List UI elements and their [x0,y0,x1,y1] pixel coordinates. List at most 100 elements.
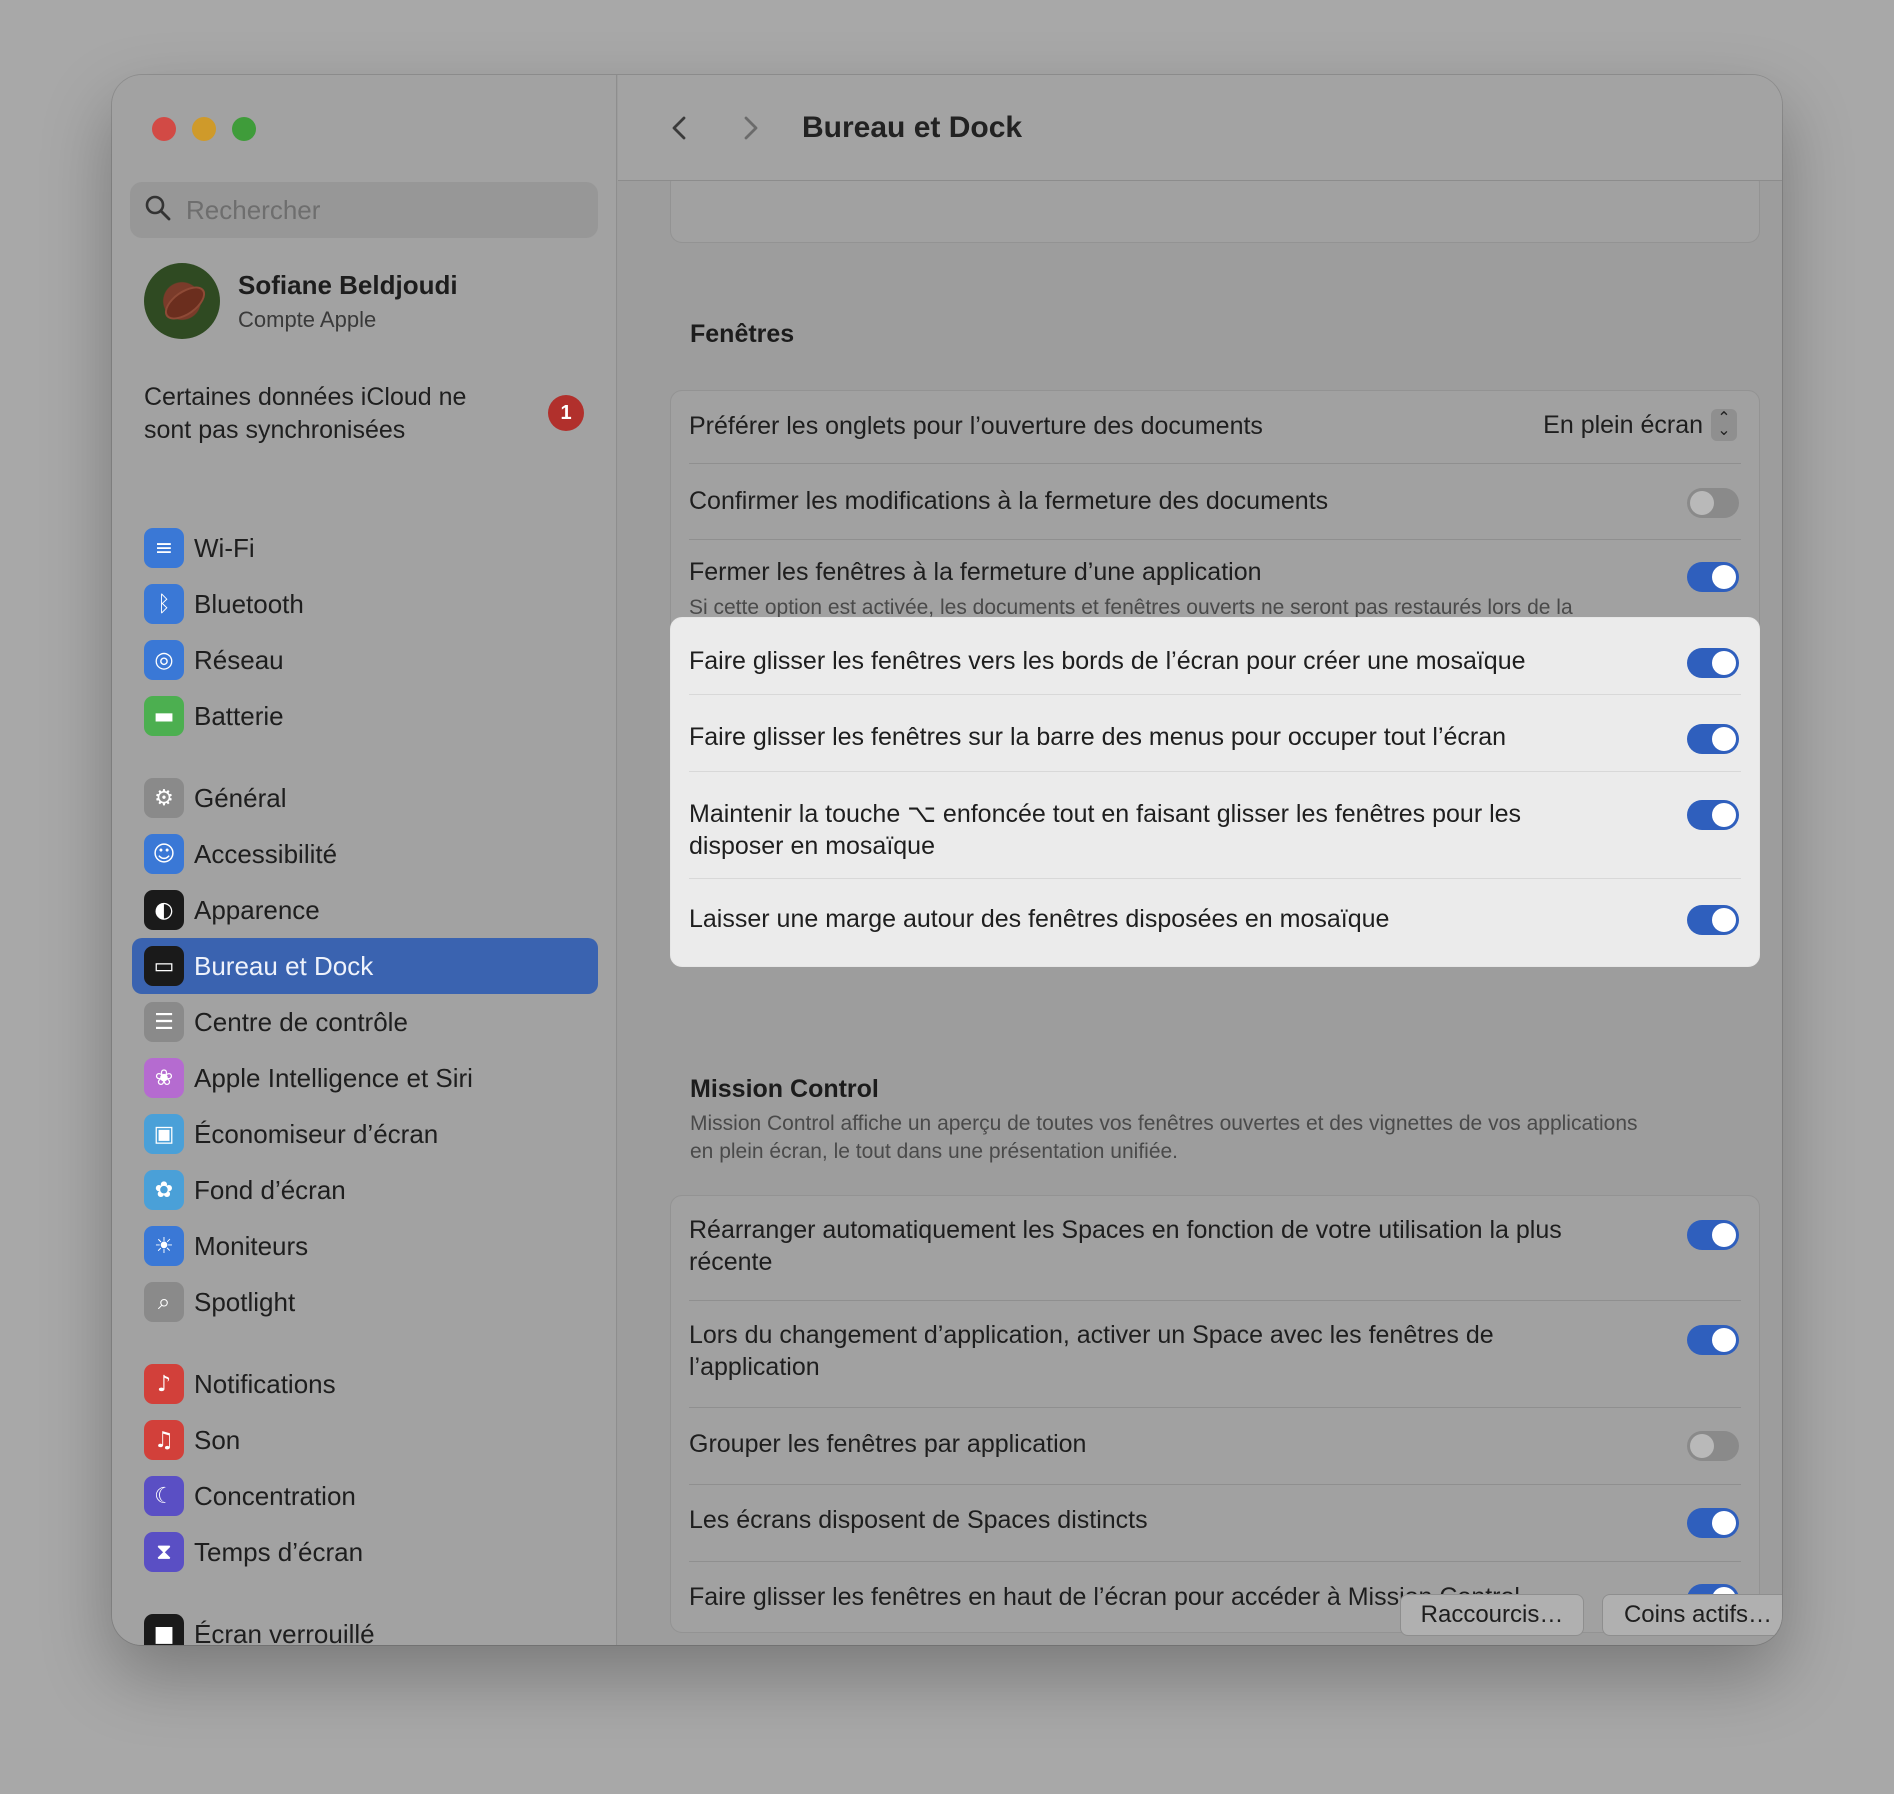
sidebar-item-label: Fond d’écran [194,1174,346,1205]
settings-window: Rechercher Sofiane Beldjoudi Compte Appl… [112,75,1782,1645]
sidebar-item-label: Apparence [194,894,320,925]
switch-space-label: Lors du changement d’application, active… [689,1321,1494,1381]
icloud-warning-badge: 1 [548,395,584,431]
section-title-mission-control: Mission Control [690,1075,879,1103]
prefer-tabs-popup[interactable]: En plein écran ⌃ ⌄ [1543,409,1737,441]
row-drag-mission-control: Faire glisser les fenêtres en haut de l’… [671,1562,1759,1634]
sidebar-item-label: Temps d’écran [194,1536,364,1567]
sidebar-item-gear[interactable]: ⚙ Général [132,770,598,826]
dock-icon: ▭ [144,946,184,986]
sidebar-item-control-center[interactable]: ☰ Centre de contrôle [132,994,598,1050]
sound-icon: ♫ [144,1420,184,1460]
spotlight-icon: ⌕ [144,1282,184,1322]
sidebar-item-label: Notifications [194,1368,336,1399]
shortcuts-button[interactable]: Raccourcis… [1400,1594,1584,1636]
globe-icon: ◎ [144,640,184,680]
sidebar-item-label: Bluetooth [194,588,304,619]
row-tiling-menubar: Faire glisser les fenêtres sur la barre … [671,695,1759,771]
sidebar-item-hourglass[interactable]: ⧗ Temps d’écran [132,1524,598,1580]
zoom-window-button[interactable] [232,117,256,141]
sidebar-item-moon[interactable]: ☾ Concentration [132,1468,598,1524]
sidebar-item-label: Centre de contrôle [194,1006,408,1037]
close-windows-label: Fermer les fenêtres à la fermeture d’une… [689,558,1262,586]
sidebar-item-sound[interactable]: ♫ Son [132,1412,598,1468]
accessibility-icon: ☺ [144,834,184,874]
page-title: Bureau et Dock [802,110,1023,144]
tiling-edges-label: Faire glisser les fenêtres vers les bord… [689,647,1526,675]
row-prefer-tabs: Préférer les onglets pour l’ouverture de… [671,391,1759,463]
group-windows-toggle[interactable] [1687,1431,1739,1461]
sidebar-item-screensaver[interactable]: ▣ Économiseur d’écran [132,1106,598,1162]
sidebar-item-label: Écran verrouillé [194,1618,375,1646]
main-pane: Fenêtres Préférer les onglets pour l’ouv… [618,75,1782,1645]
notifications-icon: ♪ [144,1364,184,1404]
icloud-sync-warning[interactable]: Certaines données iCloud ne sont pas syn… [144,381,504,447]
hot-corners-button[interactable]: Coins actifs… [1602,1594,1782,1636]
tiling-edges-toggle[interactable] [1687,648,1739,678]
sidebar-item-label: Apple Intelligence et Siri [194,1062,473,1093]
back-button[interactable] [660,108,700,148]
tiling-margins-label: Laisser une marge autour des fenêtres di… [689,905,1390,933]
minimize-window-button[interactable] [192,117,216,141]
window-controls [152,117,256,141]
tiling-menubar-label: Faire glisser les fenêtres sur la barre … [689,723,1507,751]
mission-control-group: Réarranger automatiquement les Spaces en… [670,1195,1760,1633]
sidebar-item-label: Spotlight [194,1286,296,1317]
apple-account-profile[interactable]: Sofiane Beldjoudi Compte Apple [144,263,458,339]
search-field[interactable]: Rechercher [130,182,598,238]
tiling-menubar-toggle[interactable] [1687,724,1739,754]
sidebar-item-globe[interactable]: ◎ Réseau [132,632,598,688]
avatar [144,263,220,339]
sidebar-item-bluetooth[interactable]: ᛒ Bluetooth [132,576,598,632]
sidebar-item-label: Réseau [194,644,284,675]
row-group-windows: Grouper les fenêtres par application [671,1408,1759,1484]
close-windows-toggle[interactable] [1687,562,1739,592]
tiling-option-key-label: Maintenir la touche ⌥ enfoncée tout en f… [689,800,1522,860]
mission-control-description: Mission Control affiche un aperçu de tou… [690,1112,1638,1163]
section-title-fenetres: Fenêtres [690,320,795,348]
sidebar-item-display[interactable]: ☀ Moniteurs [132,1218,598,1274]
sidebar-item-accessibility[interactable]: ☺ Accessibilité [132,826,598,882]
sidebar-item-siri[interactable]: ❀ Apple Intelligence et Siri [132,1050,598,1106]
prefer-tabs-value: En plein écran [1543,410,1703,439]
rearrange-spaces-label: Réarranger automatiquement les Spaces en… [689,1216,1562,1276]
sidebar-item-spotlight[interactable]: ⌕ Spotlight [132,1274,598,1330]
sidebar-item-notifications[interactable]: ♪ Notifications [132,1356,598,1412]
row-tiling-option-key: Maintenir la touche ⌥ enfoncée tout en f… [671,772,1759,878]
tiling-option-key-toggle[interactable] [1687,800,1739,830]
sidebar-item-label: Son [194,1424,241,1455]
confirm-changes-toggle[interactable] [1687,488,1739,518]
sidebar-item-wifi[interactable]: ≡ Wi-Fi [132,520,598,576]
wifi-icon: ≡ [144,528,184,568]
switch-space-toggle[interactable] [1687,1325,1739,1355]
sidebar-item-appearance[interactable]: ◐ Apparence [132,882,598,938]
rearrange-spaces-toggle[interactable] [1687,1220,1739,1250]
gear-icon: ⚙ [144,778,184,818]
appearance-icon: ◐ [144,890,184,930]
lock-icon: ■ [144,1614,184,1645]
control-center-icon: ☰ [144,1002,184,1042]
row-confirm-changes: Confirmer les modifications à la fermetu… [671,464,1759,538]
tiling-margins-toggle[interactable] [1687,905,1739,935]
sidebar-item-label: Général [194,782,287,813]
separate-spaces-toggle[interactable] [1687,1508,1739,1538]
row-rearrange-spaces: Réarranger automatiquement les Spaces en… [671,1196,1759,1300]
row-tiling-edges: Faire glisser les fenêtres vers les bord… [671,618,1759,694]
tiling-group: Faire glisser les fenêtres vers les bord… [670,617,1760,967]
chevron-left-icon [672,116,686,139]
sidebar-item-dock[interactable]: ▭ Bureau et Dock [132,938,598,994]
bluetooth-icon: ᛒ [144,584,184,624]
sidebar-item-battery[interactable]: ▬ Batterie [132,688,598,744]
row-tiling-margins: Laisser une marge autour des fenêtres di… [671,879,1759,955]
sidebar-item-wallpaper[interactable]: ✿ Fond d’écran [132,1162,598,1218]
battery-icon: ▬ [144,696,184,736]
hourglass-icon: ⧗ [144,1532,184,1572]
chevron-updown-icon: ⌃ ⌄ [1711,409,1737,441]
confirm-changes-label: Confirmer les modifications à la fermetu… [689,487,1329,515]
close-window-button[interactable] [152,117,176,141]
sidebar-item-label: Économiseur d’écran [194,1118,439,1149]
forward-button[interactable] [730,108,770,148]
moon-icon: ☾ [144,1476,184,1516]
sidebar-item-lock[interactable]: ■ Écran verrouillé [132,1606,598,1645]
profile-subtitle: Compte Apple [238,306,377,332]
